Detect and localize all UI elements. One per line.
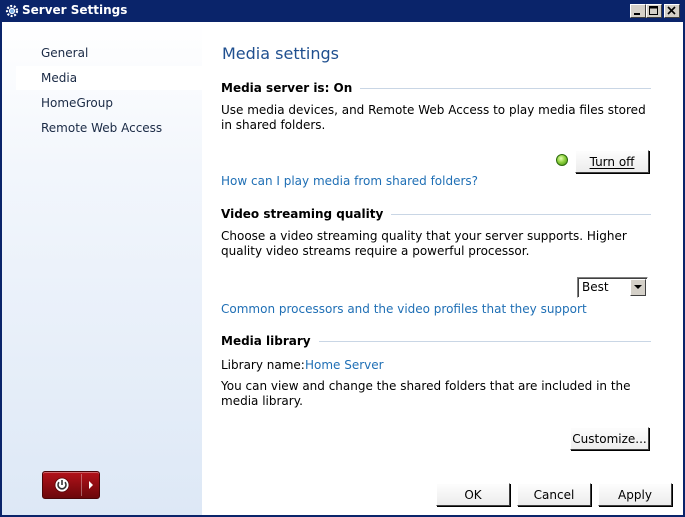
window-title: Server Settings bbox=[22, 3, 128, 17]
close-button[interactable] bbox=[664, 4, 680, 18]
video-streaming-section-header: Video streaming quality bbox=[221, 206, 651, 222]
video-quality-select[interactable]: Best bbox=[577, 277, 648, 298]
sidebar-item-media[interactable]: Media bbox=[16, 66, 202, 90]
status-on-icon bbox=[556, 154, 568, 166]
media-library-description: You can view and change the shared folde… bbox=[221, 379, 631, 408]
media-library-section-header: Media library bbox=[221, 333, 651, 349]
ok-button[interactable]: OK bbox=[436, 483, 510, 506]
processors-link[interactable]: Common processors and the video profiles… bbox=[221, 302, 587, 316]
gear-icon bbox=[4, 3, 20, 19]
maximize-button[interactable] bbox=[646, 4, 662, 18]
client-area: General Media HomeGroup Remote Web Acces… bbox=[2, 22, 683, 515]
apply-button[interactable]: Apply bbox=[598, 483, 672, 506]
media-library-header: Media library bbox=[221, 334, 311, 348]
turn-off-button[interactable]: Turn off bbox=[575, 150, 649, 173]
customize-button[interactable]: Customize... bbox=[570, 427, 649, 450]
page-title: Media settings bbox=[222, 44, 339, 63]
media-server-description: Use media devices, and Remote Web Access… bbox=[221, 103, 646, 132]
sidebar-item-homegroup[interactable]: HomeGroup bbox=[16, 91, 202, 115]
power-icon bbox=[43, 472, 81, 498]
title-bar[interactable]: Server Settings bbox=[0, 0, 685, 22]
chevron-down-icon[interactable] bbox=[630, 279, 646, 296]
triangle-right-icon[interactable] bbox=[82, 472, 100, 498]
cancel-label: Cancel bbox=[533, 487, 575, 502]
help-link-play-media[interactable]: How can I play media from shared folders… bbox=[221, 174, 478, 188]
media-server-header: Media server is: On bbox=[221, 81, 353, 95]
sidebar: General Media HomeGroup Remote Web Acces… bbox=[2, 22, 202, 515]
power-button[interactable] bbox=[42, 471, 100, 499]
video-streaming-header: Video streaming quality bbox=[221, 207, 384, 221]
video-streaming-description: Choose a video streaming quality that yo… bbox=[221, 229, 627, 258]
server-settings-window: Server Settings General Media HomeGroup … bbox=[0, 0, 685, 517]
apply-label: Apply bbox=[618, 487, 652, 502]
divider bbox=[318, 340, 651, 342]
minimize-button[interactable] bbox=[630, 4, 646, 18]
media-server-section-header: Media server is: On bbox=[221, 80, 651, 96]
turn-off-label: Turn off bbox=[589, 154, 635, 169]
sidebar-item-general[interactable]: General bbox=[16, 41, 202, 65]
minimize-icon bbox=[634, 13, 640, 15]
video-quality-value: Best bbox=[582, 280, 609, 294]
divider bbox=[360, 87, 651, 89]
library-name-label: Library name: bbox=[221, 358, 305, 372]
cancel-button[interactable]: Cancel bbox=[517, 483, 591, 506]
divider bbox=[391, 213, 651, 215]
main-panel: Media settings Media server is: On Use m… bbox=[202, 22, 683, 515]
ok-label: OK bbox=[464, 487, 482, 502]
customize-label: Customize... bbox=[572, 431, 647, 446]
sidebar-item-remote-web-access[interactable]: Remote Web Access bbox=[16, 116, 202, 140]
maximize-icon bbox=[649, 6, 658, 15]
library-name-value: Home Server bbox=[305, 358, 384, 372]
close-icon bbox=[667, 6, 676, 15]
